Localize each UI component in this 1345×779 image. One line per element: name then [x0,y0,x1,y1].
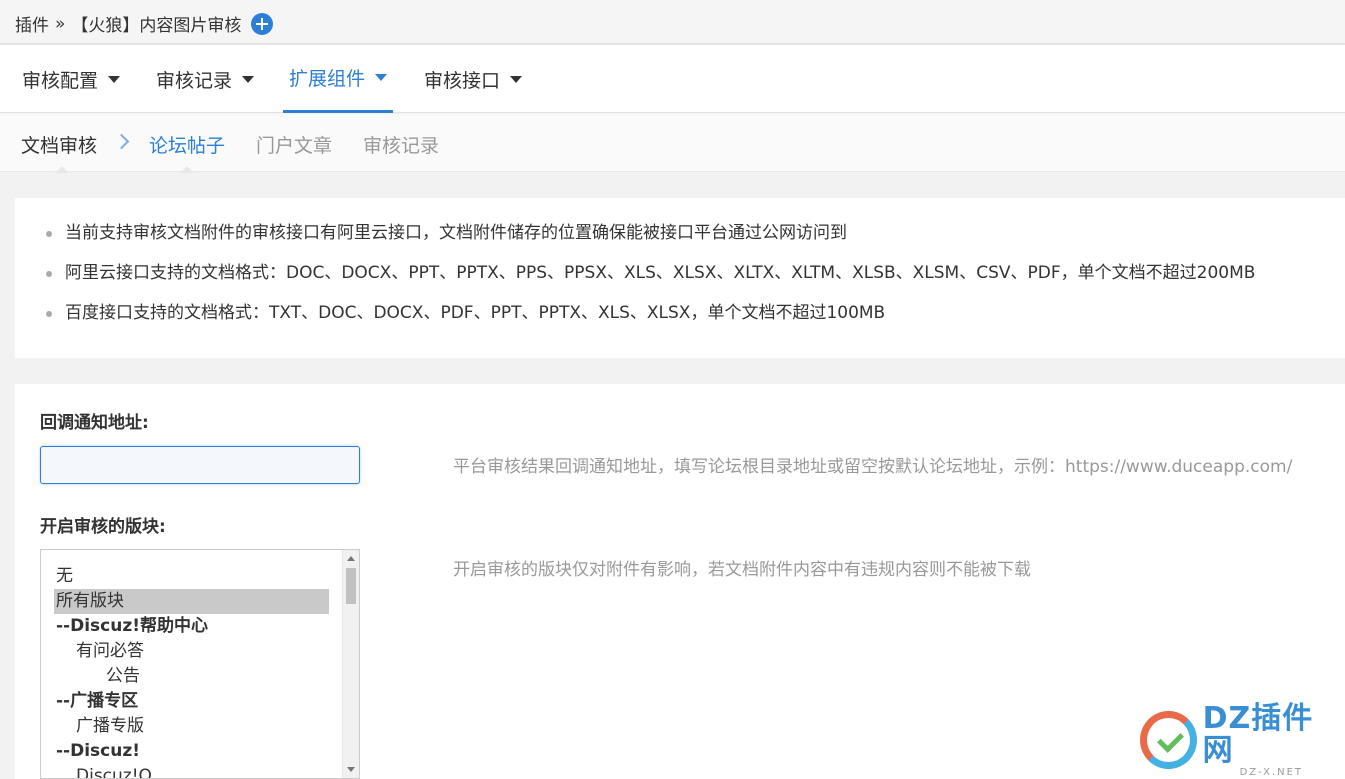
caret-down-icon [375,74,388,81]
watermark-sub: DZ-X.NET [1239,766,1304,778]
note-item: 当前支持审核文档附件的审核接口有阿里云接口，文档附件储存的位置确保能被接口平台通… [15,222,1345,262]
scroll-up-icon[interactable] [347,556,355,561]
scroll-down-icon[interactable] [347,767,355,772]
forum-option[interactable]: 广播专版 [54,714,329,739]
caret-down-icon [108,75,121,83]
watermark-text: DZ插件网 DZ-X.NET [1202,700,1340,778]
forum-option[interactable]: 所有版块 [54,589,329,614]
forums-select[interactable]: 无 所有版块 --Discuz!帮助中心 有问必答 公告 --广播专区 广播专版… [40,549,360,779]
watermark: DZ插件网 DZ-X.NET [1140,702,1340,778]
note-item: 阿里云接口支持的文档格式：DOC、DOCX、PPT、PPTX、PPS、PPSX、… [15,262,1345,302]
nav-extensions[interactable]: 扩展组件 [283,45,394,113]
nav-review-api-label: 审核接口 [424,69,501,92]
forum-option[interactable]: --Discuz!帮助中心 [54,614,329,639]
dz-logo-icon [1140,711,1197,769]
nav-review-config[interactable]: 审核配置 [16,45,126,113]
callback-url-input[interactable] [40,446,360,484]
subnav-document-review[interactable]: 文档审核 [21,131,97,158]
subnav-pointer [55,166,69,173]
chevron-right-icon [113,133,130,150]
breadcrumb-current: 【火狼】内容图片审核 [71,16,242,36]
watermark-main: DZ插件网 [1202,700,1314,768]
notes-panel: 当前支持审核文档附件的审核接口有阿里云接口，文档附件储存的位置确保能被接口平台通… [15,198,1345,358]
forums-label: 开启审核的版块: [40,517,166,537]
notes-list: 当前支持审核文档附件的审核接口有阿里云接口，文档附件储存的位置确保能被接口平台通… [15,198,1345,342]
listbox-scrollbar[interactable] [342,550,359,778]
add-shortcut-plus-icon[interactable] [251,12,274,35]
nav-extensions-label: 扩展组件 [289,68,366,90]
nav-review-api[interactable]: 审核接口 [418,45,528,113]
subnav-review-records[interactable]: 审核记录 [363,131,439,158]
caret-down-icon [242,75,255,83]
subnav-forum-posts[interactable]: 论坛帖子 [149,131,225,158]
scroll-thumb[interactable] [346,568,356,604]
forum-option[interactable]: 有问必答 [54,639,329,664]
nav-review-records-label: 审核记录 [156,69,233,92]
forum-option[interactable]: --Discuz! [54,739,329,764]
main-nav: 审核配置 审核记录 扩展组件 审核接口 [0,45,1345,113]
note-item: 百度接口支持的文档格式：TXT、DOC、DOCX、PDF、PPT、PPTX、XL… [15,302,1345,342]
top-bar: 插件 » 【火狼】内容图片审核 [0,0,1345,44]
forum-option[interactable]: 无 [54,564,329,589]
forums-hint: 开启审核的版块仅对附件有影响，若文档附件内容中有违规内容则不能被下载 [453,560,1031,580]
subnav-pointer [180,166,194,173]
subnav-portal-articles[interactable]: 门户文章 [256,131,332,158]
caret-down-icon [510,75,523,83]
forum-option[interactable]: 公告 [54,664,329,689]
callback-url-label: 回调通知地址: [40,413,149,433]
callback-url-hint: 平台审核结果回调通知地址，填写论坛根目录地址或留空按默认论坛地址，示例：http… [453,457,1293,477]
breadcrumb-root[interactable]: 插件 [15,11,49,36]
nav-review-config-label: 审核配置 [22,69,99,92]
forum-option[interactable]: Discuz!Q [54,764,329,778]
forum-option[interactable]: --广播专区 [54,689,329,714]
breadcrumb: 插件 » 【火狼】内容图片审核 [15,11,274,36]
nav-review-records[interactable]: 审核记录 [150,45,260,113]
breadcrumb-separator: » [55,13,66,34]
sub-nav: 文档审核 论坛帖子 门户文章 审核记录 [0,114,1345,172]
